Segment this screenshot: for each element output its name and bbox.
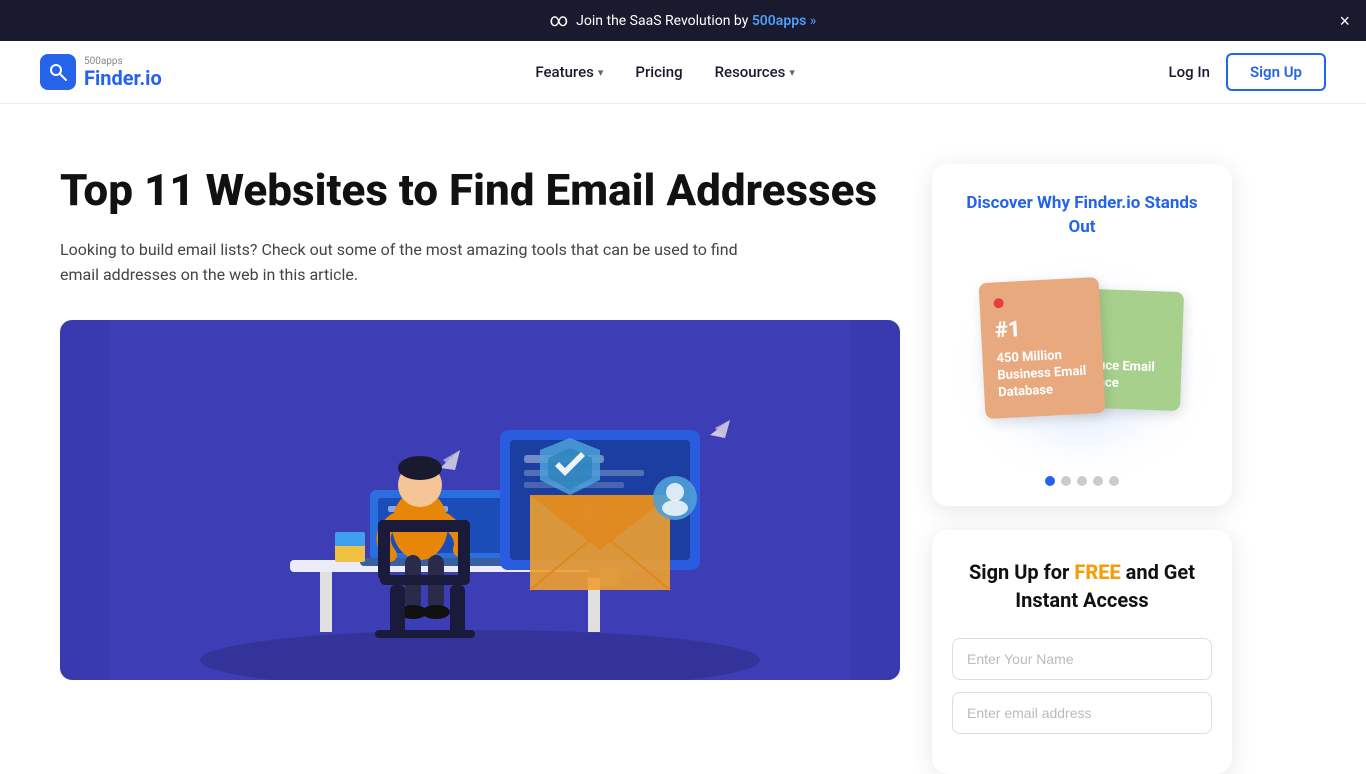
logo-text: 500apps Finder.io bbox=[84, 56, 162, 89]
article-title: Top 11 Websites to Find Email Addresses bbox=[60, 164, 900, 217]
carousel-dot-2[interactable] bbox=[1061, 476, 1071, 486]
main-content: Top 11 Websites to Find Email Addresses … bbox=[0, 104, 1366, 774]
logo-link[interactable]: 500apps Finder.io bbox=[40, 54, 162, 90]
signup-card-title: Sign Up for FREE and Get Instant Access bbox=[952, 558, 1212, 614]
nav-item-resources[interactable]: Resources ▾ bbox=[715, 63, 795, 81]
nav-actions: Log In Sign Up bbox=[1169, 53, 1326, 91]
infinity-icon: ∞ bbox=[550, 10, 569, 31]
nav-resources-link[interactable]: Resources ▾ bbox=[715, 63, 795, 81]
nav-item-features[interactable]: Features ▾ bbox=[535, 63, 603, 81]
carousel-dots bbox=[952, 476, 1212, 486]
article-subtitle: Looking to build email lists? Check out … bbox=[60, 237, 740, 288]
navbar: 500apps Finder.io Features ▾ Pricing Res… bbox=[0, 41, 1366, 104]
feature-card-1: #1 450 Million Business Email Database bbox=[979, 277, 1106, 419]
signup-button[interactable]: Sign Up bbox=[1226, 53, 1326, 91]
carousel-dot-3[interactable] bbox=[1077, 476, 1087, 486]
nav-item-pricing[interactable]: Pricing bbox=[635, 63, 682, 81]
article-image bbox=[60, 320, 900, 680]
carousel-dot-4[interactable] bbox=[1093, 476, 1103, 486]
cards-area: #1 450 Million Business Email Database #… bbox=[952, 260, 1212, 460]
top-banner: ∞ Join the SaaS Revolution by 500apps » … bbox=[0, 0, 1366, 41]
hero-illustration bbox=[60, 320, 900, 680]
carousel-dot-5[interactable] bbox=[1109, 476, 1119, 486]
logo-icon bbox=[40, 54, 76, 90]
banner-close-button[interactable]: × bbox=[1339, 12, 1350, 30]
discover-card: Discover Why Finder.io Stands Out #1 450… bbox=[932, 164, 1232, 506]
signup-card: Sign Up for FREE and Get Instant Access bbox=[932, 530, 1232, 774]
login-button[interactable]: Log In bbox=[1169, 63, 1210, 81]
chevron-down-icon: ▾ bbox=[789, 66, 795, 79]
name-input[interactable] bbox=[952, 638, 1212, 680]
discover-title: Discover Why Finder.io Stands Out bbox=[952, 192, 1212, 240]
nav-features-link[interactable]: Features ▾ bbox=[535, 63, 603, 81]
article-section: Top 11 Websites to Find Email Addresses … bbox=[60, 164, 900, 774]
email-input[interactable] bbox=[952, 692, 1212, 734]
right-sidebar: Discover Why Finder.io Stands Out #1 450… bbox=[932, 164, 1232, 774]
pin-icon bbox=[993, 298, 1004, 309]
nav-links: Features ▾ Pricing Resources ▾ bbox=[535, 63, 795, 81]
chevron-down-icon: ▾ bbox=[598, 66, 604, 79]
carousel-dot-1[interactable] bbox=[1045, 476, 1055, 486]
banner-text: Join the SaaS Revolution by 500apps » bbox=[576, 13, 816, 29]
nav-pricing-link[interactable]: Pricing bbox=[635, 63, 682, 81]
